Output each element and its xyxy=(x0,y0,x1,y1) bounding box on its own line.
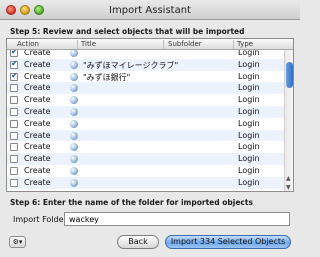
row-action: Create xyxy=(24,59,51,69)
login-item-icon xyxy=(70,167,78,175)
row-type: Login xyxy=(238,83,260,93)
row-type: Login xyxy=(238,59,260,69)
row-type: Login xyxy=(238,154,260,164)
scroll-up-arrow-icon[interactable]: ▲ xyxy=(286,175,291,182)
step6-label: Step 6: Enter the name of the folder for… xyxy=(10,198,253,207)
table-row[interactable]: Create "みずほ銀行" Login xyxy=(7,71,285,83)
row-action: Create xyxy=(24,83,51,93)
row-type: Login xyxy=(238,177,260,187)
row-action: Create xyxy=(24,142,51,152)
vertical-scrollbar[interactable]: ▲ ▼ xyxy=(284,50,293,191)
window-title: Import Assistant xyxy=(109,5,191,16)
gear-icon: ⚙▾ xyxy=(12,238,23,246)
row-action: Create xyxy=(24,95,51,105)
login-item-icon xyxy=(70,155,78,164)
table-row[interactable]: Create Login xyxy=(7,106,285,118)
import-folder-input[interactable] xyxy=(64,212,290,226)
column-title[interactable]: Title xyxy=(81,40,96,48)
table-row[interactable]: Create Login xyxy=(7,176,285,189)
row-checkbox[interactable] xyxy=(10,155,18,164)
row-checkbox[interactable] xyxy=(10,119,18,128)
login-item-icon xyxy=(70,143,78,152)
table-row[interactable]: Create Login xyxy=(7,94,285,106)
row-type: Login xyxy=(238,50,260,57)
login-item-icon xyxy=(70,131,78,140)
row-type: Login xyxy=(238,142,260,152)
table-row[interactable]: Create Login xyxy=(7,141,285,153)
row-action: Create xyxy=(24,154,51,164)
column-type[interactable]: Type xyxy=(237,40,253,48)
gear-menu-button[interactable]: ⚙▾ xyxy=(9,236,26,248)
import-selected-button[interactable]: Import 334 Selected Objects xyxy=(165,235,291,249)
import-folder-label: Import Folder: xyxy=(13,215,70,224)
row-action: Create xyxy=(24,118,51,128)
table-row[interactable]: Create Login xyxy=(7,153,285,165)
login-item-icon xyxy=(70,84,78,93)
row-type: Login xyxy=(238,95,260,105)
column-subfolder[interactable]: Subfolder xyxy=(168,40,202,48)
row-checkbox[interactable] xyxy=(10,84,18,93)
row-action: Create xyxy=(24,107,51,116)
row-action: Create xyxy=(24,166,51,175)
objects-table: Action Title Subfolder Type CreateLoginC… xyxy=(6,38,294,192)
table-row[interactable]: Create Login xyxy=(7,82,285,95)
table-row[interactable]: Create Login xyxy=(7,165,285,177)
scrollbar-thumb[interactable] xyxy=(286,62,293,88)
table-row[interactable]: Create Login xyxy=(7,129,285,142)
table-row[interactable]: Create "みずほマイレージクラブ" Login xyxy=(7,58,285,71)
step5-label: Step 5: Review and select objects that w… xyxy=(10,27,245,36)
row-checkbox[interactable] xyxy=(10,71,18,81)
row-action: Create xyxy=(24,130,51,140)
row-title: "みずほマイレージクラブ" xyxy=(83,60,179,70)
row-checkbox[interactable] xyxy=(10,59,18,69)
table-row[interactable]: Create Login xyxy=(7,118,285,130)
back-button[interactable]: Back xyxy=(117,235,159,249)
row-checkbox[interactable] xyxy=(10,131,18,140)
row-checkbox[interactable] xyxy=(10,143,18,152)
title-bar: Import Assistant xyxy=(0,0,300,20)
row-type: Login xyxy=(238,130,260,140)
row-action: Create xyxy=(24,177,51,187)
table-row[interactable]: Create Login xyxy=(7,50,285,59)
row-type: Login xyxy=(238,166,260,175)
row-checkbox[interactable] xyxy=(10,96,18,105)
login-item-icon xyxy=(70,108,78,116)
row-action: Create xyxy=(24,50,51,57)
login-item-icon xyxy=(70,96,78,105)
row-type: Login xyxy=(238,107,260,116)
table-body: CreateLoginCreate"みずほマイレージクラブ"LoginCreat… xyxy=(7,50,285,191)
column-action[interactable]: Action xyxy=(17,40,39,48)
row-type: Login xyxy=(238,71,260,81)
table-header: Action Title Subfolder Type xyxy=(7,39,293,50)
row-title: "みずほ銀行" xyxy=(83,72,131,82)
row-checkbox[interactable] xyxy=(10,167,18,175)
scroll-down-arrow-icon[interactable]: ▼ xyxy=(286,184,291,191)
login-item-icon xyxy=(70,178,78,187)
login-item-icon xyxy=(70,60,78,69)
row-checkbox[interactable] xyxy=(10,178,18,187)
login-item-icon xyxy=(70,72,78,81)
login-item-icon xyxy=(70,119,78,128)
row-type: Login xyxy=(238,118,260,128)
row-action: Create xyxy=(24,71,51,81)
login-item-icon xyxy=(70,50,78,57)
row-checkbox[interactable] xyxy=(10,50,18,57)
row-checkbox[interactable] xyxy=(10,108,18,116)
